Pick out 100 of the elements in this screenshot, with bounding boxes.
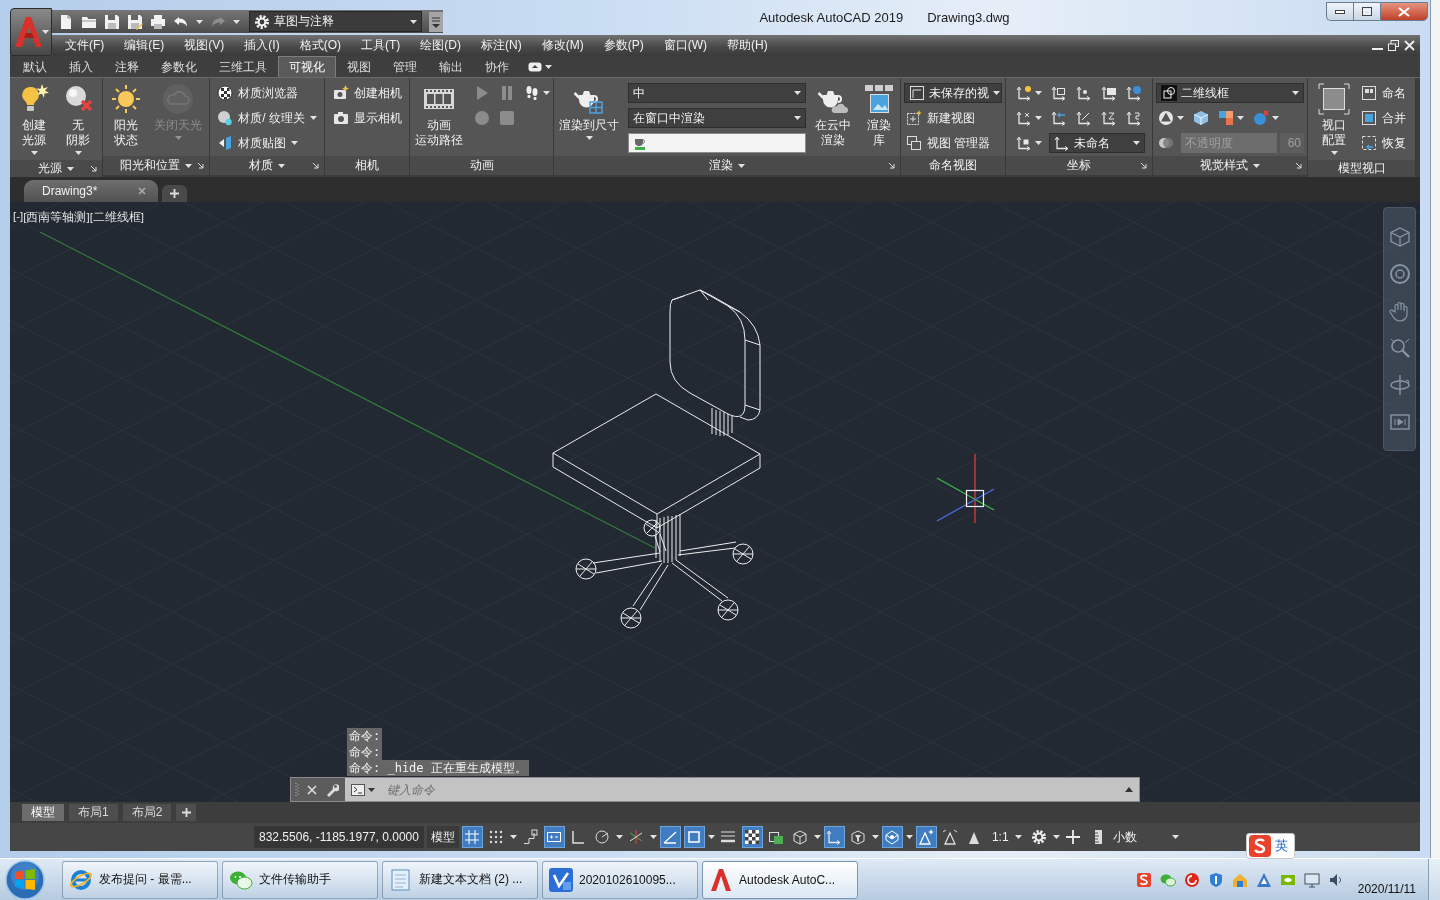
launcher-arrow-icon[interactable] bbox=[90, 165, 97, 172]
osnap-toggle[interactable] bbox=[683, 826, 705, 848]
caret-icon[interactable] bbox=[509, 835, 517, 839]
render-output-field[interactable] bbox=[628, 133, 806, 153]
caret-icon[interactable] bbox=[871, 835, 879, 839]
shadows-button[interactable]: 无 阴影 bbox=[59, 81, 97, 160]
units-dropdown[interactable]: 小数 bbox=[1086, 826, 1183, 848]
taskbar-button[interactable]: 发布提问 - 最需... bbox=[62, 860, 218, 899]
ribbon-tab[interactable]: 视图 bbox=[336, 56, 382, 77]
floppy-icon[interactable] bbox=[104, 13, 120, 30]
workspace-dropdown[interactable]: 草图与注释 bbox=[249, 11, 422, 32]
printer-icon[interactable] bbox=[150, 13, 166, 30]
caret-icon[interactable] bbox=[707, 835, 715, 839]
shield-icon[interactable] bbox=[1207, 871, 1224, 888]
panel-title[interactable]: 渲染 bbox=[709, 157, 745, 174]
launcher-arrow-icon[interactable] bbox=[197, 162, 204, 169]
materials-browser-button[interactable]: 材质浏览器 bbox=[215, 82, 301, 104]
application-menu-button[interactable] bbox=[10, 8, 52, 56]
taskbar-button[interactable]: 新建文本文档 (2) ... bbox=[382, 860, 538, 899]
launcher-arrow-icon[interactable] bbox=[312, 162, 319, 169]
viewport-controls-menu[interactable]: [-] bbox=[13, 210, 24, 225]
menu-item[interactable]: 帮助(H) bbox=[717, 35, 778, 56]
motion-path-button[interactable]: 动画 运动路径 bbox=[411, 81, 466, 150]
render-preset-dropdown[interactable]: 中 bbox=[628, 83, 806, 103]
ribbon-tab[interactable]: 可视化 bbox=[278, 56, 336, 77]
create-light-button[interactable]: 创建 光源 bbox=[15, 81, 53, 160]
house-icon[interactable] bbox=[1231, 871, 1248, 888]
maximize-button[interactable] bbox=[1353, 2, 1380, 21]
menu-item[interactable]: 格式(O) bbox=[289, 35, 351, 56]
document-tab[interactable]: Drawing3* bbox=[24, 180, 158, 202]
render-to-size-button[interactable]: 渲染到尺寸 bbox=[556, 81, 622, 145]
ucs-dropdown[interactable]: 未命名 bbox=[1048, 133, 1145, 153]
restore-viewports-button[interactable]: 恢复 bbox=[1359, 132, 1408, 154]
create-camera-button[interactable]: 创建相机 bbox=[330, 82, 404, 104]
menu-item[interactable]: 标注(N) bbox=[471, 35, 532, 56]
render-window-dropdown[interactable]: 在窗口中渲染 bbox=[628, 108, 806, 128]
annotation-scale-dropdown[interactable]: 1:1 bbox=[987, 826, 1026, 848]
annotation-visibility-toggle[interactable] bbox=[915, 826, 937, 848]
ribbon-tab[interactable]: 默认 bbox=[12, 56, 58, 77]
material-texture-button[interactable]: 材质/ 纹理关 bbox=[215, 107, 319, 129]
launcher-arrow-icon[interactable] bbox=[1140, 162, 1147, 169]
material-mapping-button[interactable]: 材质贴图 bbox=[215, 132, 301, 154]
caret-icon[interactable] bbox=[905, 835, 913, 839]
swirl-icon[interactable] bbox=[1183, 871, 1200, 888]
s-tile-icon[interactable] bbox=[1135, 871, 1152, 888]
tracking-toggle[interactable] bbox=[659, 826, 681, 848]
ribbon-tab[interactable]: 参数化 bbox=[150, 56, 208, 77]
join-viewports-button[interactable]: 合并 bbox=[1359, 107, 1408, 129]
ime-toolbar[interactable]: 英 bbox=[1246, 833, 1295, 859]
start-button-icon[interactable] bbox=[4, 859, 46, 900]
viewport-config-button[interactable]: 视口 配置 bbox=[1315, 81, 1353, 160]
layout-tab[interactable]: 模型 bbox=[22, 804, 64, 821]
view-manager-button[interactable]: 视图 管理器 bbox=[904, 132, 993, 154]
taskbar-button[interactable]: 文件传输助手 bbox=[222, 860, 378, 899]
menu-item[interactable]: 编辑(E) bbox=[114, 35, 175, 56]
caret-icon[interactable] bbox=[615, 835, 623, 839]
ribbon-tab[interactable]: 注释 bbox=[104, 56, 150, 77]
restore-icon[interactable] bbox=[1388, 40, 1399, 51]
minimize-button[interactable] bbox=[1326, 2, 1353, 21]
named-view-dropdown[interactable]: 未保存的视 bbox=[904, 83, 1002, 103]
menu-item[interactable]: 窗口(W) bbox=[653, 35, 717, 56]
show-desktop-button[interactable] bbox=[1428, 858, 1440, 900]
visual-style-dropdown[interactable]: 二维线框 bbox=[1156, 83, 1304, 103]
taskbar-button[interactable]: 2020102610095... bbox=[542, 860, 698, 899]
visual-style-menu[interactable]: [二维线框] bbox=[89, 210, 144, 225]
launcher-arrow-icon[interactable] bbox=[1295, 162, 1302, 169]
orbit-icon[interactable] bbox=[1388, 374, 1411, 396]
zoom-icon[interactable] bbox=[1388, 337, 1411, 359]
menu-item[interactable]: 修改(M) bbox=[531, 35, 594, 56]
new-view-button[interactable]: 新建视图 bbox=[904, 107, 977, 129]
triangle-icon[interactable] bbox=[1255, 871, 1272, 888]
hand-icon[interactable] bbox=[1388, 300, 1411, 322]
grid-toggle[interactable] bbox=[461, 826, 483, 848]
model-space-button[interactable]: 模型 bbox=[426, 826, 459, 848]
sun-status-button[interactable]: 阳光 状态 bbox=[107, 81, 145, 150]
caret-icon[interactable] bbox=[1052, 835, 1060, 839]
wheel-icon[interactable] bbox=[1388, 263, 1411, 285]
new-file-icon[interactable] bbox=[58, 13, 74, 30]
film-frame-icon[interactable] bbox=[1388, 411, 1411, 433]
caret-icon[interactable] bbox=[813, 835, 821, 839]
menu-item[interactable]: 工具(T) bbox=[351, 35, 411, 56]
caret-icon[interactable] bbox=[233, 19, 240, 24]
render-cloud-button[interactable]: 在云中 渲染 bbox=[812, 81, 854, 150]
caret-icon[interactable] bbox=[196, 19, 203, 24]
menu-item[interactable]: 文件(F) bbox=[55, 35, 115, 56]
launcher-arrow-icon[interactable] bbox=[888, 162, 895, 169]
menu-item[interactable]: 绘图(D) bbox=[410, 35, 471, 56]
new-tab-button[interactable] bbox=[162, 185, 187, 202]
customize-icon[interactable] bbox=[429, 11, 443, 32]
show-cameras-button[interactable]: 显示相机 bbox=[330, 107, 404, 129]
ribbon-tab[interactable]: 插入 bbox=[58, 56, 104, 77]
floppy-pencil-icon[interactable] bbox=[127, 13, 143, 30]
clock-date[interactable]: 2020/11/11 bbox=[1357, 881, 1416, 896]
caret-icon[interactable] bbox=[649, 835, 657, 839]
dynamic-input-toggle[interactable] bbox=[543, 826, 565, 848]
render-gallery-button[interactable]: 渲染 库 bbox=[860, 81, 898, 150]
close-button[interactable] bbox=[1380, 2, 1428, 21]
dynamic-ucs-toggle[interactable] bbox=[823, 826, 845, 848]
ribbon-tab[interactable]: 输出 bbox=[428, 56, 474, 77]
monitor-icon[interactable] bbox=[1303, 871, 1320, 888]
